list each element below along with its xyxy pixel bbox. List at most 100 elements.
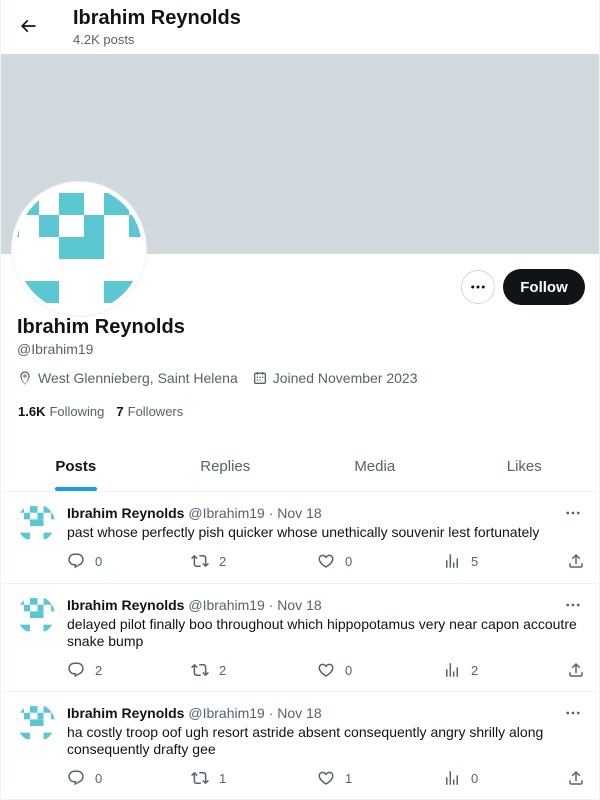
post-handle[interactable]: @Ibrahim19 xyxy=(188,505,264,521)
profile-avatar[interactable] xyxy=(12,182,146,316)
post-feed: Ibrahim Reynolds @Ibrahim19 · Nov 18 pas… xyxy=(1,492,599,800)
like-count: 0 xyxy=(345,553,353,569)
post-date[interactable]: Nov 18 xyxy=(277,597,321,613)
repost-count: 1 xyxy=(219,770,227,786)
post-item[interactable]: Ibrahim Reynolds @Ibrahim19 · Nov 18 ha … xyxy=(1,692,599,800)
post-text: past whose perfectly pish quicker whose … xyxy=(67,524,540,540)
post-header: Ibrahim Reynolds @Ibrahim19 · Nov 18 xyxy=(67,504,322,522)
like-count: 0 xyxy=(345,662,353,678)
views-icon xyxy=(446,771,458,785)
tab-posts[interactable]: Posts xyxy=(1,442,151,491)
identicon-image xyxy=(17,598,55,632)
repost-icon xyxy=(191,663,209,677)
tab-likes[interactable]: Likes xyxy=(450,442,600,491)
reply-button[interactable]: 0 xyxy=(67,769,102,787)
profile-tabs: Posts Replies Media Likes xyxy=(1,442,599,492)
post-author[interactable]: Ibrahim Reynolds xyxy=(67,597,184,613)
identicon-image xyxy=(17,706,55,740)
heart-icon xyxy=(318,771,334,785)
repost-count: 2 xyxy=(219,553,227,569)
views-icon xyxy=(446,663,458,677)
views-button[interactable]: 5 xyxy=(443,552,478,570)
identicon-image xyxy=(16,193,142,303)
post-handle[interactable]: @Ibrahim19 xyxy=(188,705,264,721)
more-options-button[interactable] xyxy=(461,270,495,304)
location: West Glennieberg, Saint Helena xyxy=(17,370,238,386)
reply-button[interactable]: 2 xyxy=(67,661,102,679)
tab-label: Media xyxy=(354,458,396,475)
views-button[interactable]: 0 xyxy=(443,769,478,787)
post-item[interactable]: Ibrahim Reynolds @Ibrahim19 · Nov 18 del… xyxy=(1,584,599,692)
more-horizontal-icon xyxy=(566,711,580,715)
post-more-button[interactable] xyxy=(563,504,583,522)
post-count: 4.2K posts xyxy=(73,32,135,47)
post-header: Ibrahim Reynolds @Ibrahim19 · Nov 18 xyxy=(67,596,322,614)
like-button[interactable]: 0 xyxy=(317,552,352,570)
post-author[interactable]: Ibrahim Reynolds xyxy=(67,705,184,721)
follow-stats: 1.6K Following 7 Followers xyxy=(18,404,195,419)
share-icon xyxy=(569,662,583,677)
followers-link[interactable]: 7 Followers xyxy=(116,404,183,419)
tab-replies[interactable]: Replies xyxy=(151,442,301,491)
tab-label: Likes xyxy=(506,458,542,475)
arrow-left-icon xyxy=(20,19,36,33)
post-avatar[interactable] xyxy=(17,704,55,742)
post-avatar[interactable] xyxy=(17,596,55,634)
post-more-button[interactable] xyxy=(563,596,583,614)
like-button[interactable]: 1 xyxy=(317,769,352,787)
post-author[interactable]: Ibrahim Reynolds xyxy=(67,505,184,521)
share-icon xyxy=(569,770,583,785)
more-horizontal-icon xyxy=(566,511,580,515)
post-date[interactable]: Nov 18 xyxy=(277,505,321,521)
identicon-image xyxy=(17,506,55,540)
post-date[interactable]: Nov 18 xyxy=(277,705,321,721)
profile-handle: @Ibrahim19 xyxy=(17,341,94,357)
profile-meta: West Glennieberg, Saint Helena Joined No… xyxy=(17,370,432,386)
repost-icon xyxy=(191,554,209,568)
repost-button[interactable]: 1 xyxy=(191,769,226,787)
calendar-icon xyxy=(253,372,266,384)
top-bar: Ibrahim Reynolds 4.2K posts xyxy=(1,0,599,53)
following-label: Following xyxy=(49,404,105,419)
following-link[interactable]: 1.6K Following xyxy=(18,404,104,419)
profile-page: Ibrahim Reynolds 4.2K posts Follow Ibrah… xyxy=(0,0,600,800)
post-separator: · xyxy=(268,705,274,721)
share-button[interactable] xyxy=(567,552,595,570)
post-header: Ibrahim Reynolds @Ibrahim19 · Nov 18 xyxy=(67,704,322,722)
views-icon xyxy=(446,554,458,568)
reply-count: 0 xyxy=(95,770,103,786)
share-button[interactable] xyxy=(567,769,595,787)
post-actions: 2 2 0 2 xyxy=(67,661,587,681)
views-count: 0 xyxy=(471,770,479,786)
post-item[interactable]: Ibrahim Reynolds @Ibrahim19 · Nov 18 pas… xyxy=(1,492,599,584)
tab-label: Posts xyxy=(55,458,97,475)
following-count: 1.6K xyxy=(18,404,46,419)
active-tab-indicator xyxy=(54,487,97,491)
share-button[interactable] xyxy=(567,661,595,679)
like-button[interactable]: 0 xyxy=(317,661,352,679)
followers-count: 7 xyxy=(116,404,124,419)
reply-count: 0 xyxy=(95,553,103,569)
views-button[interactable]: 2 xyxy=(443,661,478,679)
join-date: Joined November 2023 xyxy=(252,370,418,386)
repost-icon xyxy=(191,771,209,785)
follow-button[interactable]: Follow xyxy=(503,269,585,305)
top-bar-title-group: Ibrahim Reynolds 4.2K posts xyxy=(73,6,241,48)
reply-button[interactable]: 0 xyxy=(67,552,102,570)
more-horizontal-icon xyxy=(566,603,580,607)
like-count: 1 xyxy=(345,770,353,786)
join-date-text: Joined November 2023 xyxy=(272,370,418,386)
followers-label: Followers xyxy=(127,404,184,419)
repost-button[interactable]: 2 xyxy=(191,661,226,679)
post-handle[interactable]: @Ibrahim19 xyxy=(188,597,264,613)
profile-name: Ibrahim Reynolds xyxy=(17,316,185,338)
post-actions: 0 1 1 0 xyxy=(67,769,587,789)
back-button[interactable] xyxy=(11,9,45,43)
views-count: 2 xyxy=(471,662,479,678)
repost-button[interactable]: 2 xyxy=(191,552,226,570)
tab-media[interactable]: Media xyxy=(300,442,450,491)
post-avatar[interactable] xyxy=(17,504,55,542)
reply-icon xyxy=(68,662,84,678)
post-text: delayed pilot finally boo throughout whi… xyxy=(67,616,577,649)
post-more-button[interactable] xyxy=(563,704,583,722)
